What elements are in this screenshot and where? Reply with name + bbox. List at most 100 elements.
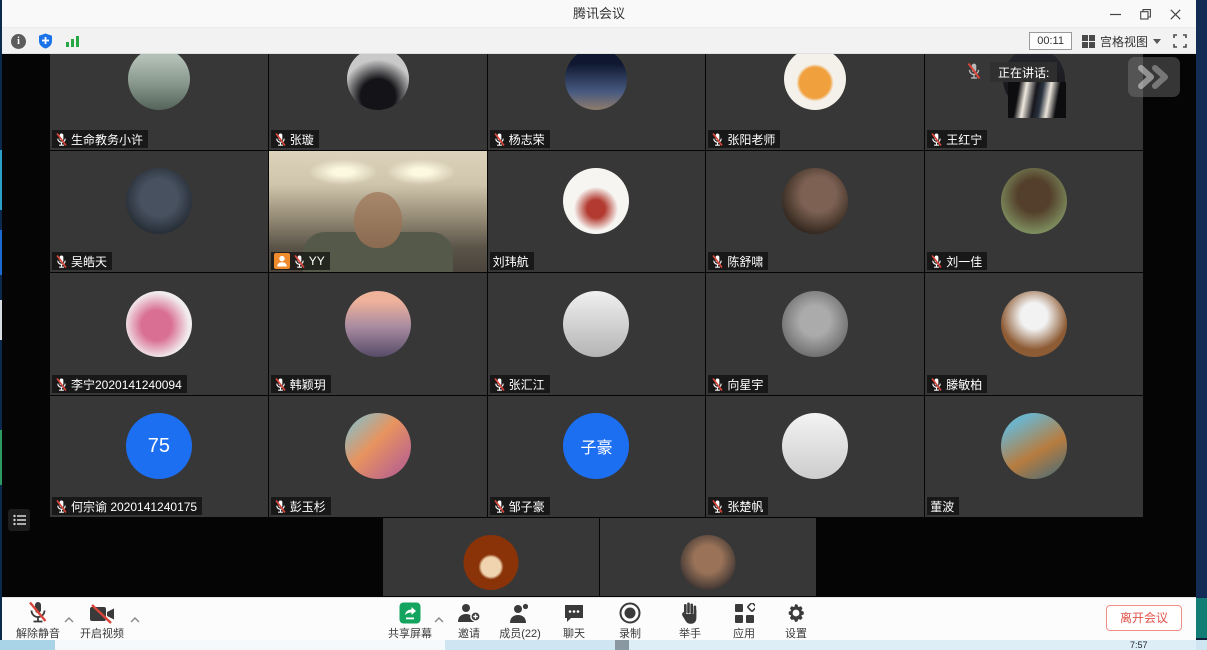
leave-meeting-button[interactable]: 离开会议 — [1106, 605, 1182, 631]
window-title: 腾讯会议 — [2, 0, 1196, 28]
participant-tile[interactable]: 张楚帆 — [706, 396, 924, 517]
participant-name-tag: 生命教务小许 — [52, 130, 148, 148]
close-button[interactable] — [1160, 2, 1190, 26]
avatar — [782, 413, 848, 479]
participant-name: 何宗谕 2020141240175 — [71, 498, 197, 515]
apps-icon — [734, 601, 755, 624]
raise-hand-button[interactable]: 举手 — [662, 601, 718, 641]
settings-button[interactable]: 设置 — [768, 601, 824, 641]
mic-options-button[interactable] — [64, 610, 74, 628]
apps-button[interactable]: 应用 — [716, 601, 772, 641]
settings-label: 设置 — [785, 625, 807, 641]
chevron-down-icon — [1153, 39, 1161, 44]
network-signal-button[interactable] — [64, 33, 81, 50]
participant-tile[interactable]: YY — [269, 151, 487, 272]
minimize-icon — [1110, 9, 1121, 20]
titlebar[interactable]: 腾讯会议 — [2, 0, 1196, 28]
participant-tile[interactable]: 刘一佳 — [925, 151, 1143, 272]
minimize-button[interactable] — [1100, 2, 1130, 26]
mic-muted-icon — [711, 377, 724, 392]
unmute-label: 解除静音 — [16, 625, 60, 641]
participant-tile[interactable]: 陈舒啸 — [706, 151, 924, 272]
record-button[interactable]: 录制 — [602, 601, 658, 641]
avatar — [565, 54, 627, 110]
participant-tile[interactable] — [600, 518, 816, 596]
mic-muted-icon — [274, 499, 287, 514]
fullscreen-button[interactable] — [1171, 33, 1188, 50]
app-watermark-logo — [1128, 57, 1180, 97]
participant-tile[interactable]: 张阳老师 — [706, 54, 924, 150]
mic-muted-icon — [493, 499, 506, 514]
apps-label: 应用 — [733, 625, 755, 641]
record-icon — [619, 601, 641, 624]
participant-tile[interactable]: 75 何宗谕 2020141240175 — [50, 396, 268, 517]
start-video-button[interactable]: 开启视频 — [74, 601, 130, 641]
participant-tile[interactable]: 滕敏柏 — [925, 273, 1143, 395]
avatar: 75 — [126, 413, 192, 479]
participant-tile[interactable] — [383, 518, 599, 596]
share-screen-button[interactable]: 共享屏幕 — [382, 601, 438, 641]
desktop: 腾讯会议 i — [0, 0, 1207, 650]
participant-tile[interactable]: 生命教务小许 — [50, 54, 268, 150]
chat-label: 聊天 — [563, 625, 585, 641]
participant-tile[interactable]: 李宁2020141240094 — [50, 273, 268, 395]
participant-tile[interactable]: 张汇江 — [488, 273, 706, 395]
participant-tile[interactable]: 吴皓天 — [50, 151, 268, 272]
participant-name-tag: 滕敏柏 — [927, 375, 987, 393]
participant-name: 吴皓天 — [71, 253, 107, 270]
participant-name-tag: 刘玮航 — [490, 252, 534, 270]
participant-name-tag: 陈舒啸 — [708, 252, 768, 270]
participant-name-tag: 董波 — [927, 497, 959, 515]
meeting-window: 腾讯会议 i — [2, 0, 1196, 640]
avatar — [347, 54, 409, 110]
view-mode-selector[interactable]: 宫格视图 — [1082, 33, 1161, 50]
participant-tile[interactable]: 子豪 邹子豪 — [488, 396, 706, 517]
meeting-info-button[interactable]: i — [10, 33, 27, 50]
participant-tile[interactable]: 彭玉杉 — [269, 396, 487, 517]
security-button[interactable] — [37, 33, 54, 50]
member-list-toggle[interactable] — [8, 509, 30, 531]
avatar — [680, 535, 735, 590]
start-video-label: 开启视频 — [80, 625, 124, 641]
invite-button[interactable]: 邀请 — [441, 601, 497, 641]
participant-tile[interactable]: 刘玮航 — [488, 151, 706, 272]
unmute-button[interactable]: 解除静音 — [10, 601, 66, 641]
grid-row — [2, 518, 1196, 596]
participant-name: 韩颖玥 — [290, 376, 326, 393]
participant-tile[interactable]: 杨志荣 — [488, 54, 706, 150]
members-button[interactable]: 成员(22) — [492, 601, 548, 641]
participant-name: 向星宇 — [727, 376, 763, 393]
mic-muted-icon — [293, 254, 306, 269]
participant-name-tag: 吴皓天 — [52, 252, 112, 270]
taskbar-clock: 7:57 — [1130, 640, 1148, 650]
restore-button[interactable] — [1130, 2, 1160, 26]
participant-name-tag: 张汇江 — [490, 375, 550, 393]
avatar — [345, 291, 411, 357]
signal-bars-icon — [65, 34, 81, 48]
participant-name-tag: 刘一佳 — [927, 252, 987, 270]
participant-name-tag: YY — [271, 252, 330, 270]
participant-grid: 生命教务小许 张璇 杨志荣 张阳老师 王红宁 吴皓天 — [2, 54, 1196, 597]
share-screen-icon — [399, 601, 421, 624]
participant-name-tag: 张阳老师 — [708, 130, 780, 148]
participant-tile[interactable]: 韩颖玥 — [269, 273, 487, 395]
mic-muted-icon — [274, 132, 287, 147]
chat-button[interactable]: 聊天 — [546, 601, 602, 641]
participant-name-tag: 向星宇 — [708, 375, 768, 393]
speaker-video-thumbnail — [1008, 82, 1066, 118]
grid-view-icon — [1082, 35, 1095, 48]
participant-tile[interactable]: 向星宇 — [706, 273, 924, 395]
participant-tile[interactable]: 董波 — [925, 396, 1143, 517]
avatar: 子豪 — [563, 413, 629, 479]
mic-muted-icon — [711, 499, 724, 514]
participant-name: 邹子豪 — [509, 498, 545, 515]
participant-name-tag: 邹子豪 — [490, 497, 550, 515]
view-mode-label: 宫格视图 — [1100, 33, 1148, 50]
video-options-button[interactable] — [130, 610, 140, 628]
participant-name: 刘玮航 — [493, 253, 529, 270]
raise-hand-label: 举手 — [679, 625, 701, 641]
participant-name: 张楚帆 — [727, 498, 763, 515]
participant-tile[interactable]: 张璇 — [269, 54, 487, 150]
background-scrollbar-sliver — [1196, 598, 1207, 638]
fullscreen-icon — [1173, 34, 1187, 48]
